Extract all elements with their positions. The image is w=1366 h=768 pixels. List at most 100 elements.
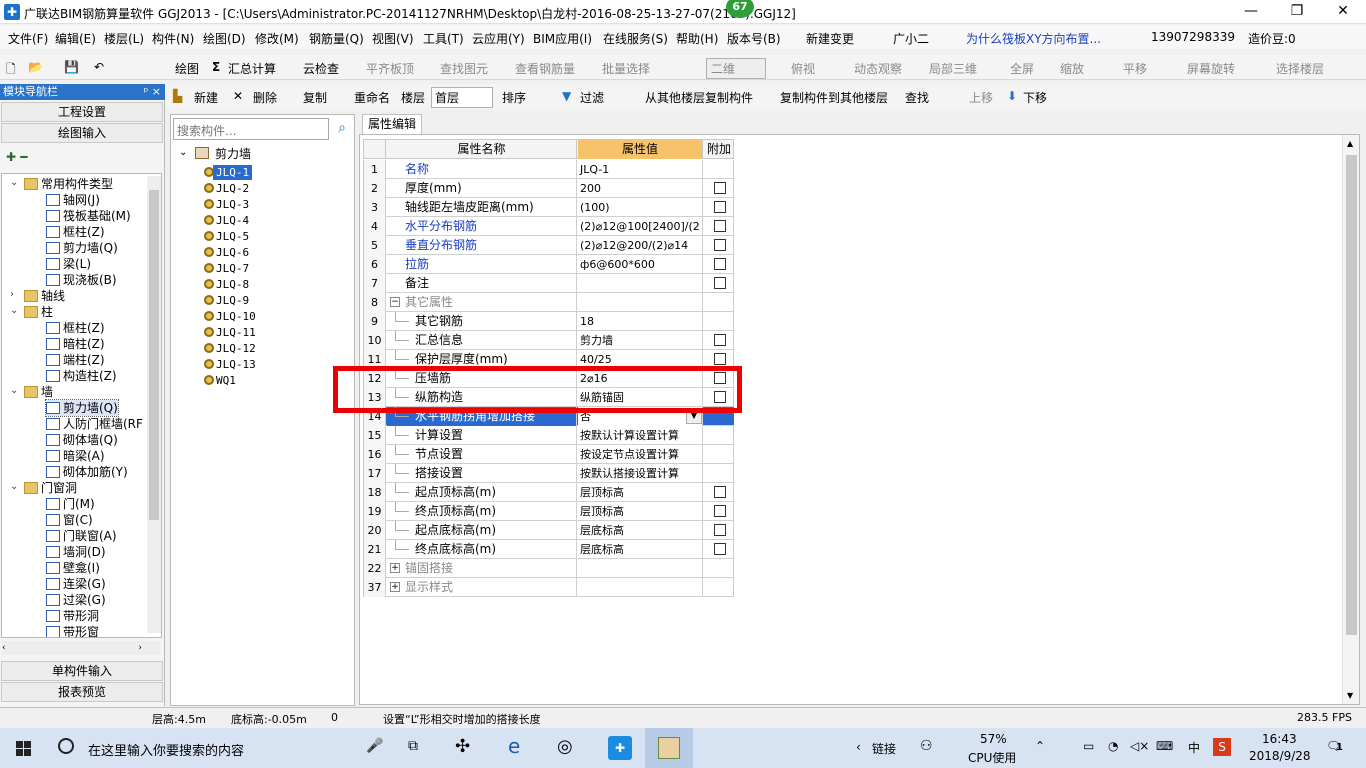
menu-draw[interactable]: 绘图(D)	[203, 30, 246, 47]
nav-tree-item[interactable]: 墙	[24, 384, 53, 400]
property-row[interactable]: 22 + 锚固搭接	[364, 559, 734, 578]
property-row[interactable]: 19 终点顶标高(m) 层顶标高	[364, 502, 734, 521]
nav-tree-item[interactable]: 窗(C)	[46, 512, 93, 528]
task-view-icon[interactable]: ⧉	[408, 738, 418, 754]
property-row[interactable]: 15 计算设置 按默认计算设置计算	[364, 426, 734, 445]
extra-checkbox[interactable]	[714, 334, 726, 346]
tree-expand-icon[interactable]: ›	[10, 289, 14, 300]
sum-button[interactable]: 汇总计算	[228, 60, 276, 77]
maximize-button[interactable]: ❐	[1274, 0, 1320, 24]
nav-tree-item[interactable]: 剪力墙(Q)	[46, 240, 118, 256]
property-value-cell[interactable]: (2)⌀12@100[2400]/(2	[578, 217, 703, 236]
group-toggle-icon[interactable]: −	[390, 297, 400, 307]
nav-tree-item[interactable]: 轴线	[24, 288, 65, 304]
property-row[interactable]: 5 垂直分布钢筋 (2)⌀12@200/(2)⌀14	[364, 236, 734, 255]
extra-checkbox[interactable]	[714, 201, 726, 213]
clock-time[interactable]: 16:43	[1262, 732, 1297, 746]
nav-tree-item[interactable]: 梁(L)	[46, 256, 91, 272]
nav-tree-item[interactable]: 筏板基础(M)	[46, 208, 131, 224]
batch-select-button[interactable]: 批量选择	[602, 60, 650, 77]
component-search-input[interactable]: 搜索构件...	[173, 118, 329, 140]
close-button[interactable]: ✕	[1320, 0, 1366, 24]
component-item[interactable]: JLQ-9	[216, 293, 249, 308]
property-value-cell[interactable]	[578, 293, 703, 312]
property-value-cell[interactable]: 层底标高	[578, 540, 703, 559]
windows-start-icon[interactable]	[0, 728, 48, 768]
property-value-cell[interactable]: (2)⌀12@200/(2)⌀14	[578, 236, 703, 255]
find-button[interactable]: 查找	[905, 89, 929, 106]
cost-beans[interactable]: 造价豆:0	[1248, 30, 1296, 47]
extra-checkbox[interactable]	[714, 277, 726, 289]
new-component-button[interactable]: 新建	[194, 89, 218, 106]
delete-button[interactable]: 删除	[253, 89, 277, 106]
plan-view-button[interactable]: 俯视	[791, 60, 815, 77]
select-floor-button[interactable]: 选择楼层	[1276, 60, 1324, 77]
single-input-button[interactable]: 单构件输入	[1, 661, 163, 681]
tree-expand-icon[interactable]: ⌄	[10, 385, 18, 396]
menu-guang-xiao-er[interactable]: 广小二	[893, 30, 929, 47]
property-value-cell[interactable]: ф6@600*600	[578, 255, 703, 274]
property-value-cell[interactable]: 按默认计算设置计算	[578, 426, 703, 445]
property-row[interactable]: 9 其它钢筋 18	[364, 312, 734, 331]
property-row[interactable]: 21 终点底标高(m) 层底标高	[364, 540, 734, 559]
tab-property-edit[interactable]: 属性编辑	[362, 114, 422, 134]
sogou-icon[interactable]: S	[1213, 738, 1231, 756]
property-value-cell[interactable]: (100)	[578, 198, 703, 217]
property-value-cell[interactable]: 按设定节点设置计算	[578, 445, 703, 464]
clock-date[interactable]: 2018/9/28	[1249, 749, 1311, 763]
property-value-cell[interactable]	[578, 578, 703, 597]
swirl-icon[interactable]: ◎	[557, 736, 573, 757]
menu-question-link[interactable]: 为什么筏板XY方向布置...	[966, 30, 1101, 47]
nav-tree-item[interactable]: 暗梁(A)	[46, 448, 105, 464]
rename-button[interactable]: 重命名	[354, 89, 390, 106]
menu-tools[interactable]: 工具(T)	[423, 30, 464, 47]
property-row[interactable]: 18 起点顶标高(m) 层顶标高	[364, 483, 734, 502]
nav-tree-item[interactable]: 人防门框墙(RF	[46, 416, 143, 432]
component-item[interactable]: JLQ-1	[213, 165, 253, 180]
property-row[interactable]: 10 汇总信息 剪力墙	[364, 331, 734, 350]
property-row[interactable]: 20 起点底标高(m) 层底标高	[364, 521, 734, 540]
fullscreen-button[interactable]: 全屏	[1010, 60, 1034, 77]
component-item[interactable]: JLQ-5	[216, 229, 249, 244]
property-scrollbar[interactable]: ▲ ▼	[1342, 135, 1359, 704]
nav-tree-item[interactable]: 砌体墙(Q)	[46, 432, 118, 448]
property-value-cell[interactable]: 层顶标高	[578, 502, 703, 521]
property-row[interactable]: 17 搭接设置 按默认搭接设置计算	[364, 464, 734, 483]
nav-tree-item[interactable]: 暗柱(Z)	[46, 336, 105, 352]
property-row[interactable]: 7 备注	[364, 274, 734, 293]
nav-tree-item[interactable]: 门窗洞	[24, 480, 77, 496]
tree-expand-icon[interactable]: ⌄	[10, 177, 18, 188]
menu-new-change[interactable]: 新建变更	[806, 30, 854, 47]
volume-icon[interactable]: ◁×	[1130, 739, 1149, 753]
expand-all-icon[interactable]: ✚ ━	[6, 150, 27, 164]
menu-floor[interactable]: 楼层(L)	[104, 30, 144, 47]
search-icon[interactable]: ⌕	[331, 118, 353, 140]
project-settings-button[interactable]: 工程设置	[1, 102, 163, 122]
save-icon[interactable]: 💾	[64, 60, 79, 74]
extra-checkbox[interactable]	[714, 239, 726, 251]
component-item[interactable]: JLQ-7	[216, 261, 249, 276]
component-root[interactable]: 剪力墙	[215, 145, 251, 162]
fan-icon[interactable]: ✣	[455, 736, 470, 757]
extra-checkbox[interactable]	[714, 524, 726, 536]
minimize-button[interactable]: —	[1228, 0, 1274, 24]
cortana-icon[interactable]	[58, 738, 74, 754]
cloud-check-button[interactable]: 云检查	[303, 60, 339, 77]
nav-tree-item[interactable]: 轴网(J)	[46, 192, 100, 208]
keyboard-icon[interactable]: ⌨	[1156, 739, 1173, 753]
wifi-icon[interactable]: ◔	[1108, 739, 1118, 753]
collapse-icon[interactable]: ⌄	[179, 147, 187, 158]
pan-button[interactable]: 平移	[1123, 60, 1147, 77]
taskbar-search-input[interactable]: 在这里输入你要搜索的内容	[88, 740, 244, 759]
property-row[interactable]: 8− 其它属性	[364, 293, 734, 312]
nav-tree-item[interactable]: 墙洞(D)	[46, 544, 106, 560]
property-value-cell[interactable]: 按默认搭接设置计算	[578, 464, 703, 483]
taskbar-link[interactable]: 链接	[872, 740, 896, 757]
nav-tree-item[interactable]: 砌体加筋(Y)	[46, 464, 128, 480]
nav-tree-item[interactable]: 门(M)	[46, 496, 95, 512]
move-up-button[interactable]: 上移	[969, 89, 993, 106]
tree-expand-icon[interactable]: ⌄	[10, 481, 18, 492]
battery-icon[interactable]: ▭	[1083, 739, 1094, 753]
report-preview-button[interactable]: 报表预览	[1, 682, 163, 702]
menu-rebar[interactable]: 钢筋量(Q)	[309, 30, 364, 47]
